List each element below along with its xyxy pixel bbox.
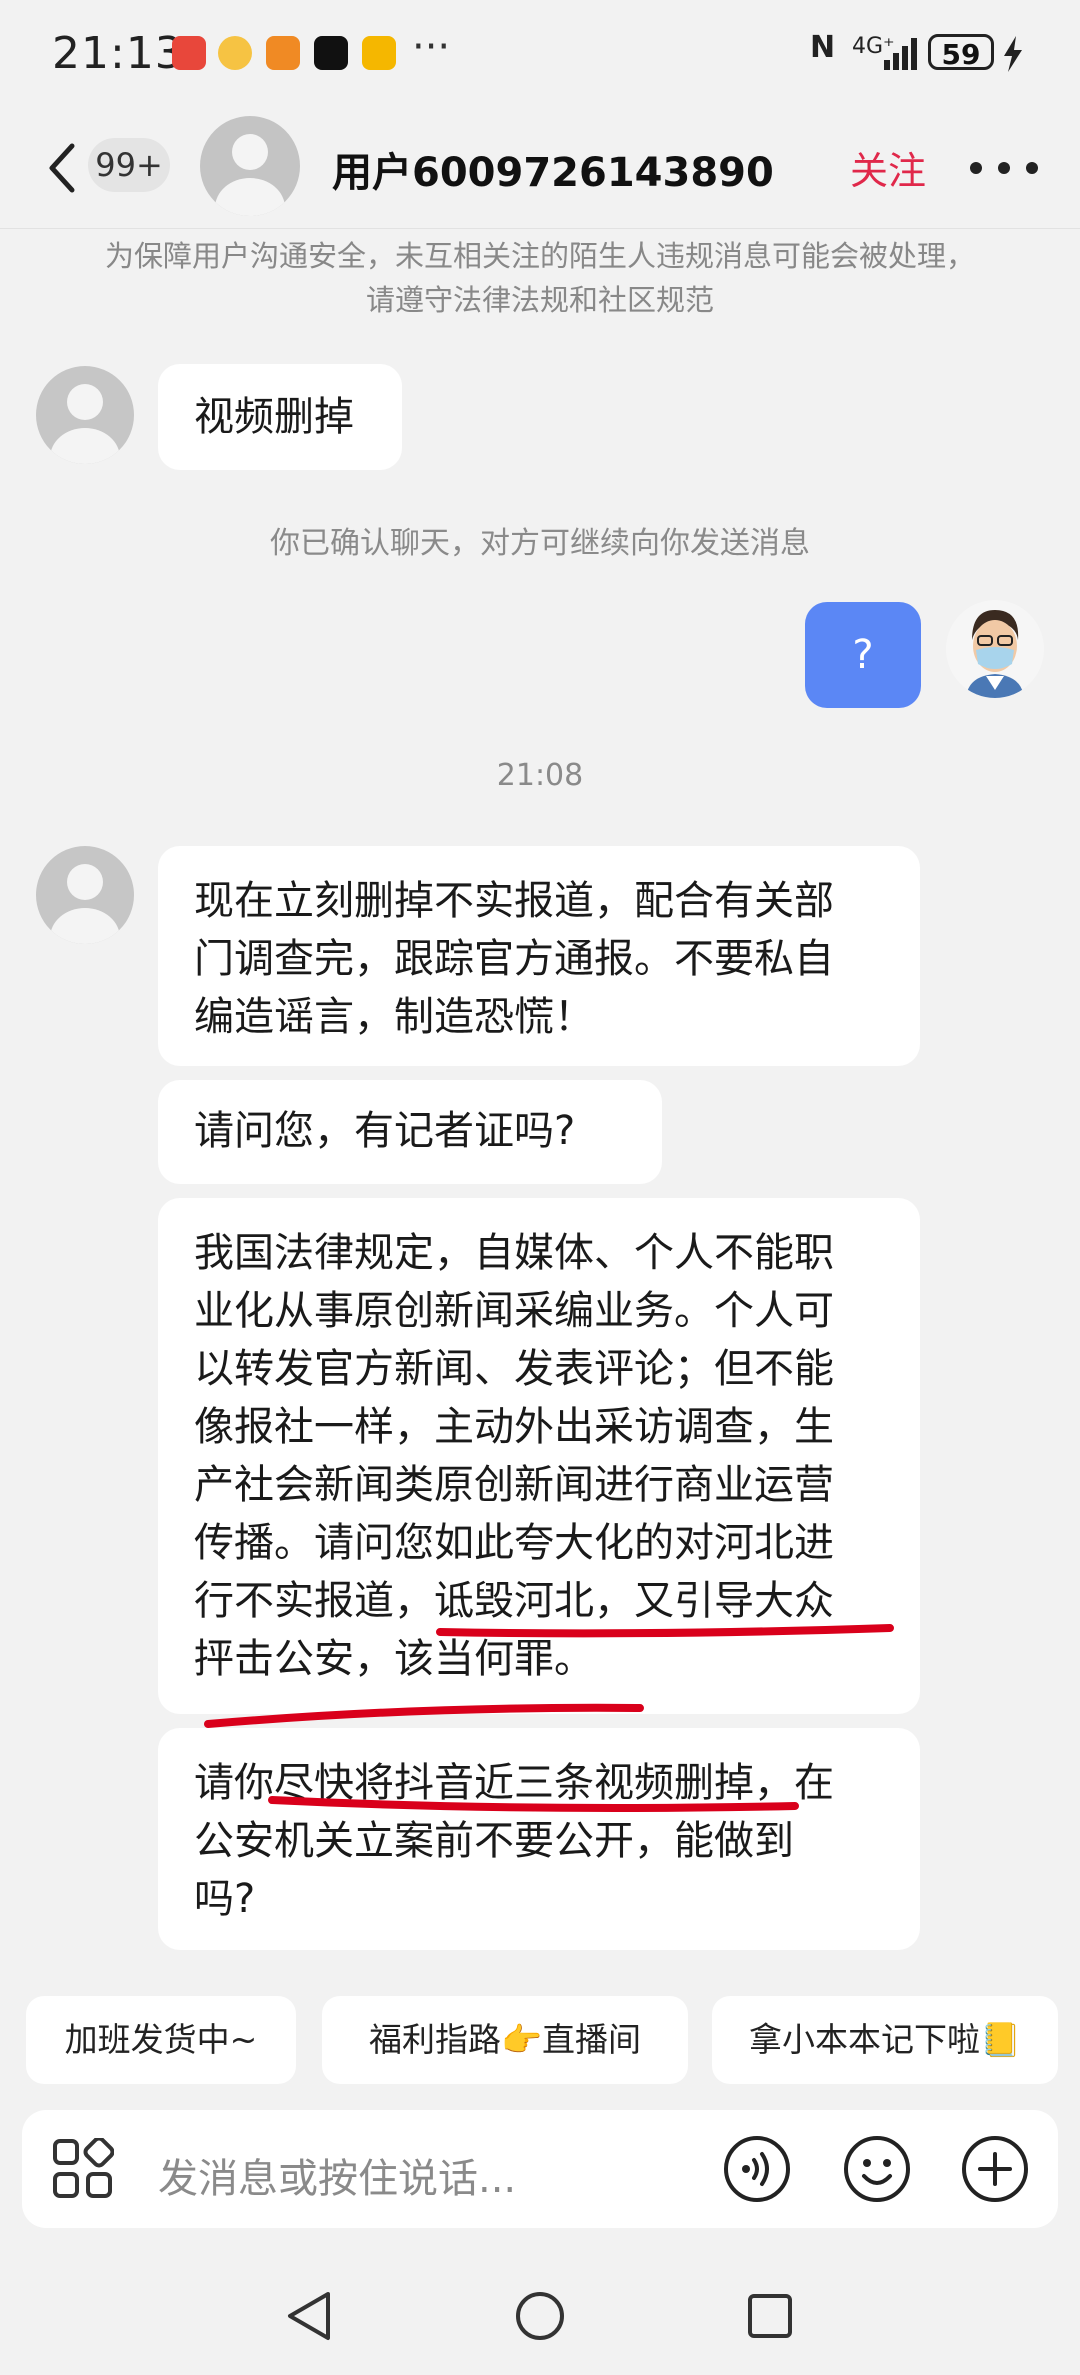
message-input[interactable]: 发消息或按住说话... <box>158 2146 516 2204</box>
signal-icon <box>884 38 917 70</box>
more-options-icon[interactable] <box>970 148 1040 188</box>
message-text: 我国法律规定，自媒体、个人不能职 业化从事原创新闻采编业务。个人可 以转发官方新… <box>194 1230 834 1682</box>
quick-reply-chip[interactable]: 福利指路👉直播间 <box>322 1996 688 2084</box>
mail-app-icon <box>362 36 396 70</box>
sender-avatar[interactable] <box>36 846 134 944</box>
app-icon <box>266 36 300 70</box>
message-bubble[interactable]: 请你尽快将抖音近三条视频删掉，在 公安机关立案前不要公开，能做到 吗? <box>158 1728 920 1950</box>
weibo-app-icon <box>218 36 252 70</box>
plus-icon[interactable] <box>960 2134 1030 2204</box>
system-navigation-bar <box>0 2250 1080 2375</box>
contact-name[interactable]: 用户6009726143890 <box>332 140 774 198</box>
message-bubble[interactable]: 我国法律规定，自媒体、个人不能职 业化从事原创新闻采编业务。个人可 以转发官方新… <box>158 1198 920 1714</box>
sender-avatar[interactable] <box>36 366 134 464</box>
message-text: 请问您，有记者证吗? <box>194 1108 576 1154</box>
message-text: 请你尽快将抖音近三条视频删掉，在 公安机关立案前不要公开，能做到 吗? <box>194 1760 834 1922</box>
safety-notice: 为保障用户沟通安全，未互相关注的陌生人违规消息可能会被处理，请遵守法律法规和社区… <box>104 239 975 317</box>
back-arrow-icon[interactable] <box>44 140 84 196</box>
huawei-app-icon <box>172 36 206 70</box>
apps-grid-icon[interactable] <box>52 2138 114 2200</box>
status-bar: 21:13 ··· N 4G⁺ 59 <box>0 0 1080 110</box>
message-text: 现在立刻删掉不实报道，配合有关部 门调查完，跟踪官方通报。不要私自 编造谣言，制… <box>194 878 834 1040</box>
system-message: 你已确认聊天，对方可继续向你发送消息 <box>270 526 810 561</box>
quick-reply-chip[interactable]: 加班发货中~ <box>26 1996 296 2084</box>
nfc-icon: N <box>810 30 836 65</box>
quick-reply-chip[interactable]: 拿小本本记下啦📒 <box>712 1996 1058 2084</box>
more-notifications-icon: ··· <box>412 24 451 70</box>
follow-button[interactable]: 关注 <box>850 140 926 195</box>
nav-back-icon[interactable] <box>284 2290 334 2342</box>
timestamp: 21:08 <box>496 758 584 793</box>
nav-recents-icon[interactable] <box>746 2292 794 2340</box>
message-bubble[interactable]: 请问您，有记者证吗? <box>158 1080 662 1184</box>
chat-header: 99+ 用户6009726143890 关注 <box>0 110 1080 229</box>
voice-icon[interactable] <box>722 2134 792 2204</box>
emoji-icon[interactable] <box>842 2134 912 2204</box>
contact-avatar[interactable] <box>200 116 300 216</box>
status-time: 21:13 <box>52 28 184 79</box>
message-bubble[interactable]: 视频删掉 <box>158 364 402 470</box>
unread-badge[interactable]: 99+ <box>88 138 170 192</box>
my-message-bubble[interactable]: ? <box>805 602 921 708</box>
masked-person-avatar-icon <box>966 610 1024 698</box>
battery-indicator: 59 <box>928 34 994 71</box>
my-avatar[interactable] <box>946 600 1044 698</box>
message-text: 视频删掉 <box>194 394 354 440</box>
message-bubble[interactable]: 现在立刻删掉不实报道，配合有关部 门调查完，跟踪官方通报。不要私自 编造谣言，制… <box>158 846 920 1066</box>
charging-icon <box>1004 36 1022 72</box>
nav-home-icon[interactable] <box>514 2290 566 2342</box>
message-input-bar: 发消息或按住说话... <box>22 2110 1058 2228</box>
tiktok-app-icon <box>314 36 348 70</box>
